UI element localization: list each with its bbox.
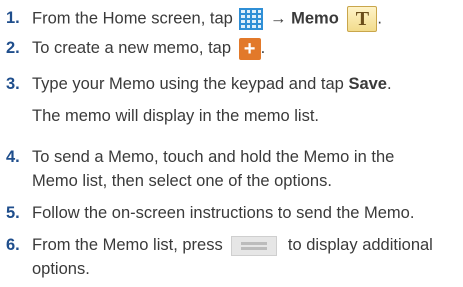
menu-key-icon [231,235,278,256]
step-number: 6. [6,236,20,254]
memo-label: Memo [291,9,339,28]
step-number: 2. [6,39,20,57]
step-3-text: Type your Memo using the keypad and tap [32,75,344,93]
step-1-text: From the Home screen, tap [32,9,233,28]
save-label: Save [348,75,387,93]
step-6-post-text: to display additional [287,236,433,254]
step-3-period: . [387,75,392,93]
step-number: 1. [6,9,20,27]
step-5-text: Follow the on-screen instructions to sen… [32,204,415,222]
step-6-text: From the Memo list, press [32,236,223,254]
step-3-subtext: The memo will display in the memo list. [32,107,320,125]
step-number: 4. [6,148,20,166]
arrow-glyph: → [270,9,287,28]
memo-app-icon: T [347,6,378,32]
step-number: 5. [6,204,20,222]
apps-grid-icon [239,8,264,30]
step-number: 3. [6,75,20,93]
step-4-line-1: To send a Memo, touch and hold the Memo … [32,148,395,166]
step-text: From the Memo list, press to display add… [32,233,457,257]
step-2-text: To create a new memo, tap [32,39,232,57]
step-text: To create a new memo, tap +. [32,36,457,60]
add-plus-icon: + [238,37,261,60]
step-6-line-2: options. [32,260,90,278]
step-text: Type your Memo using the keypad and tap … [32,72,457,96]
instruction-document: 1. From the Home screen, tap → Memo T. 2… [0,0,463,287]
step-text: From the Home screen, tap → Memo T. [32,6,382,32]
step-2-period: . [260,39,266,57]
step-4-line-2: Memo list, then select one of the option… [32,172,332,190]
